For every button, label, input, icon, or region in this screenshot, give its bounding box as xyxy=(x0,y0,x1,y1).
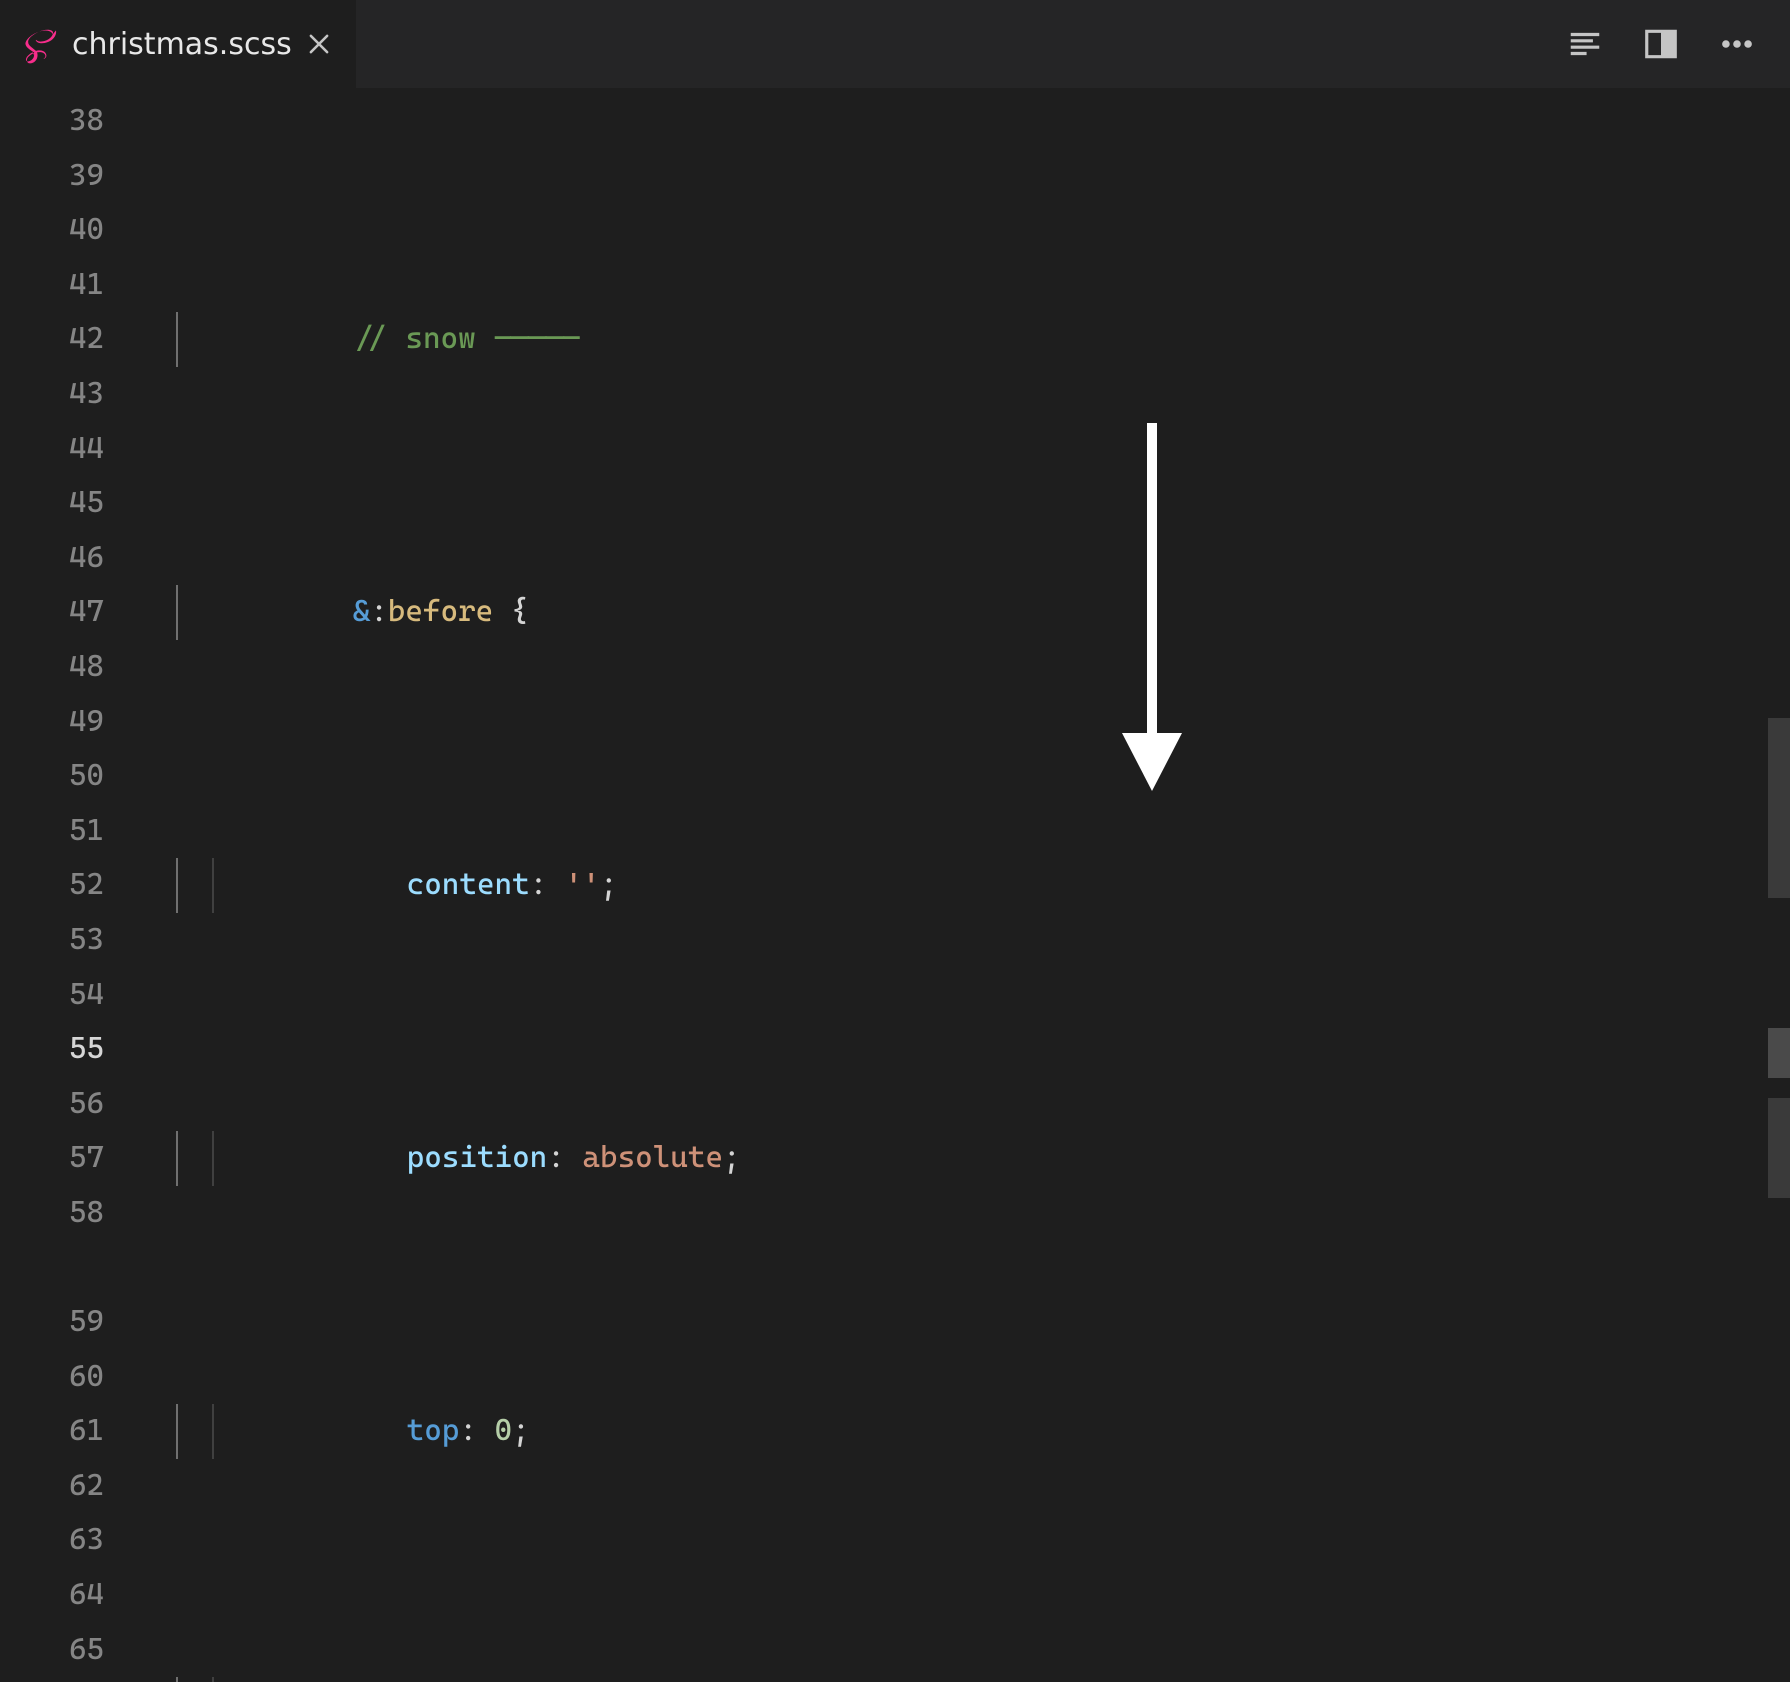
code-editor[interactable]: 38 39 40 41 42 43 44 45 46 47 48 49 50 5… xyxy=(0,88,1790,1682)
code-area[interactable]: // snow ----- &:before { content: ''; po… xyxy=(140,88,1790,1682)
tab-actions xyxy=(1566,25,1790,63)
close-icon[interactable] xyxy=(306,31,332,57)
editor-scrollbar[interactable] xyxy=(1768,88,1790,1682)
tab-filename: christmas.scss xyxy=(72,27,292,62)
more-actions-icon[interactable] xyxy=(1718,25,1756,63)
line-number-gutter: 38 39 40 41 42 43 44 45 46 47 48 49 50 5… xyxy=(0,88,140,1682)
line-number: 38 xyxy=(0,94,104,149)
sass-icon xyxy=(18,24,58,64)
tab-christmas-scss[interactable]: christmas.scss xyxy=(0,0,356,88)
split-editor-icon[interactable] xyxy=(1642,25,1680,63)
editor-tab-bar: christmas.scss xyxy=(0,0,1790,88)
lines-icon[interactable] xyxy=(1566,25,1604,63)
